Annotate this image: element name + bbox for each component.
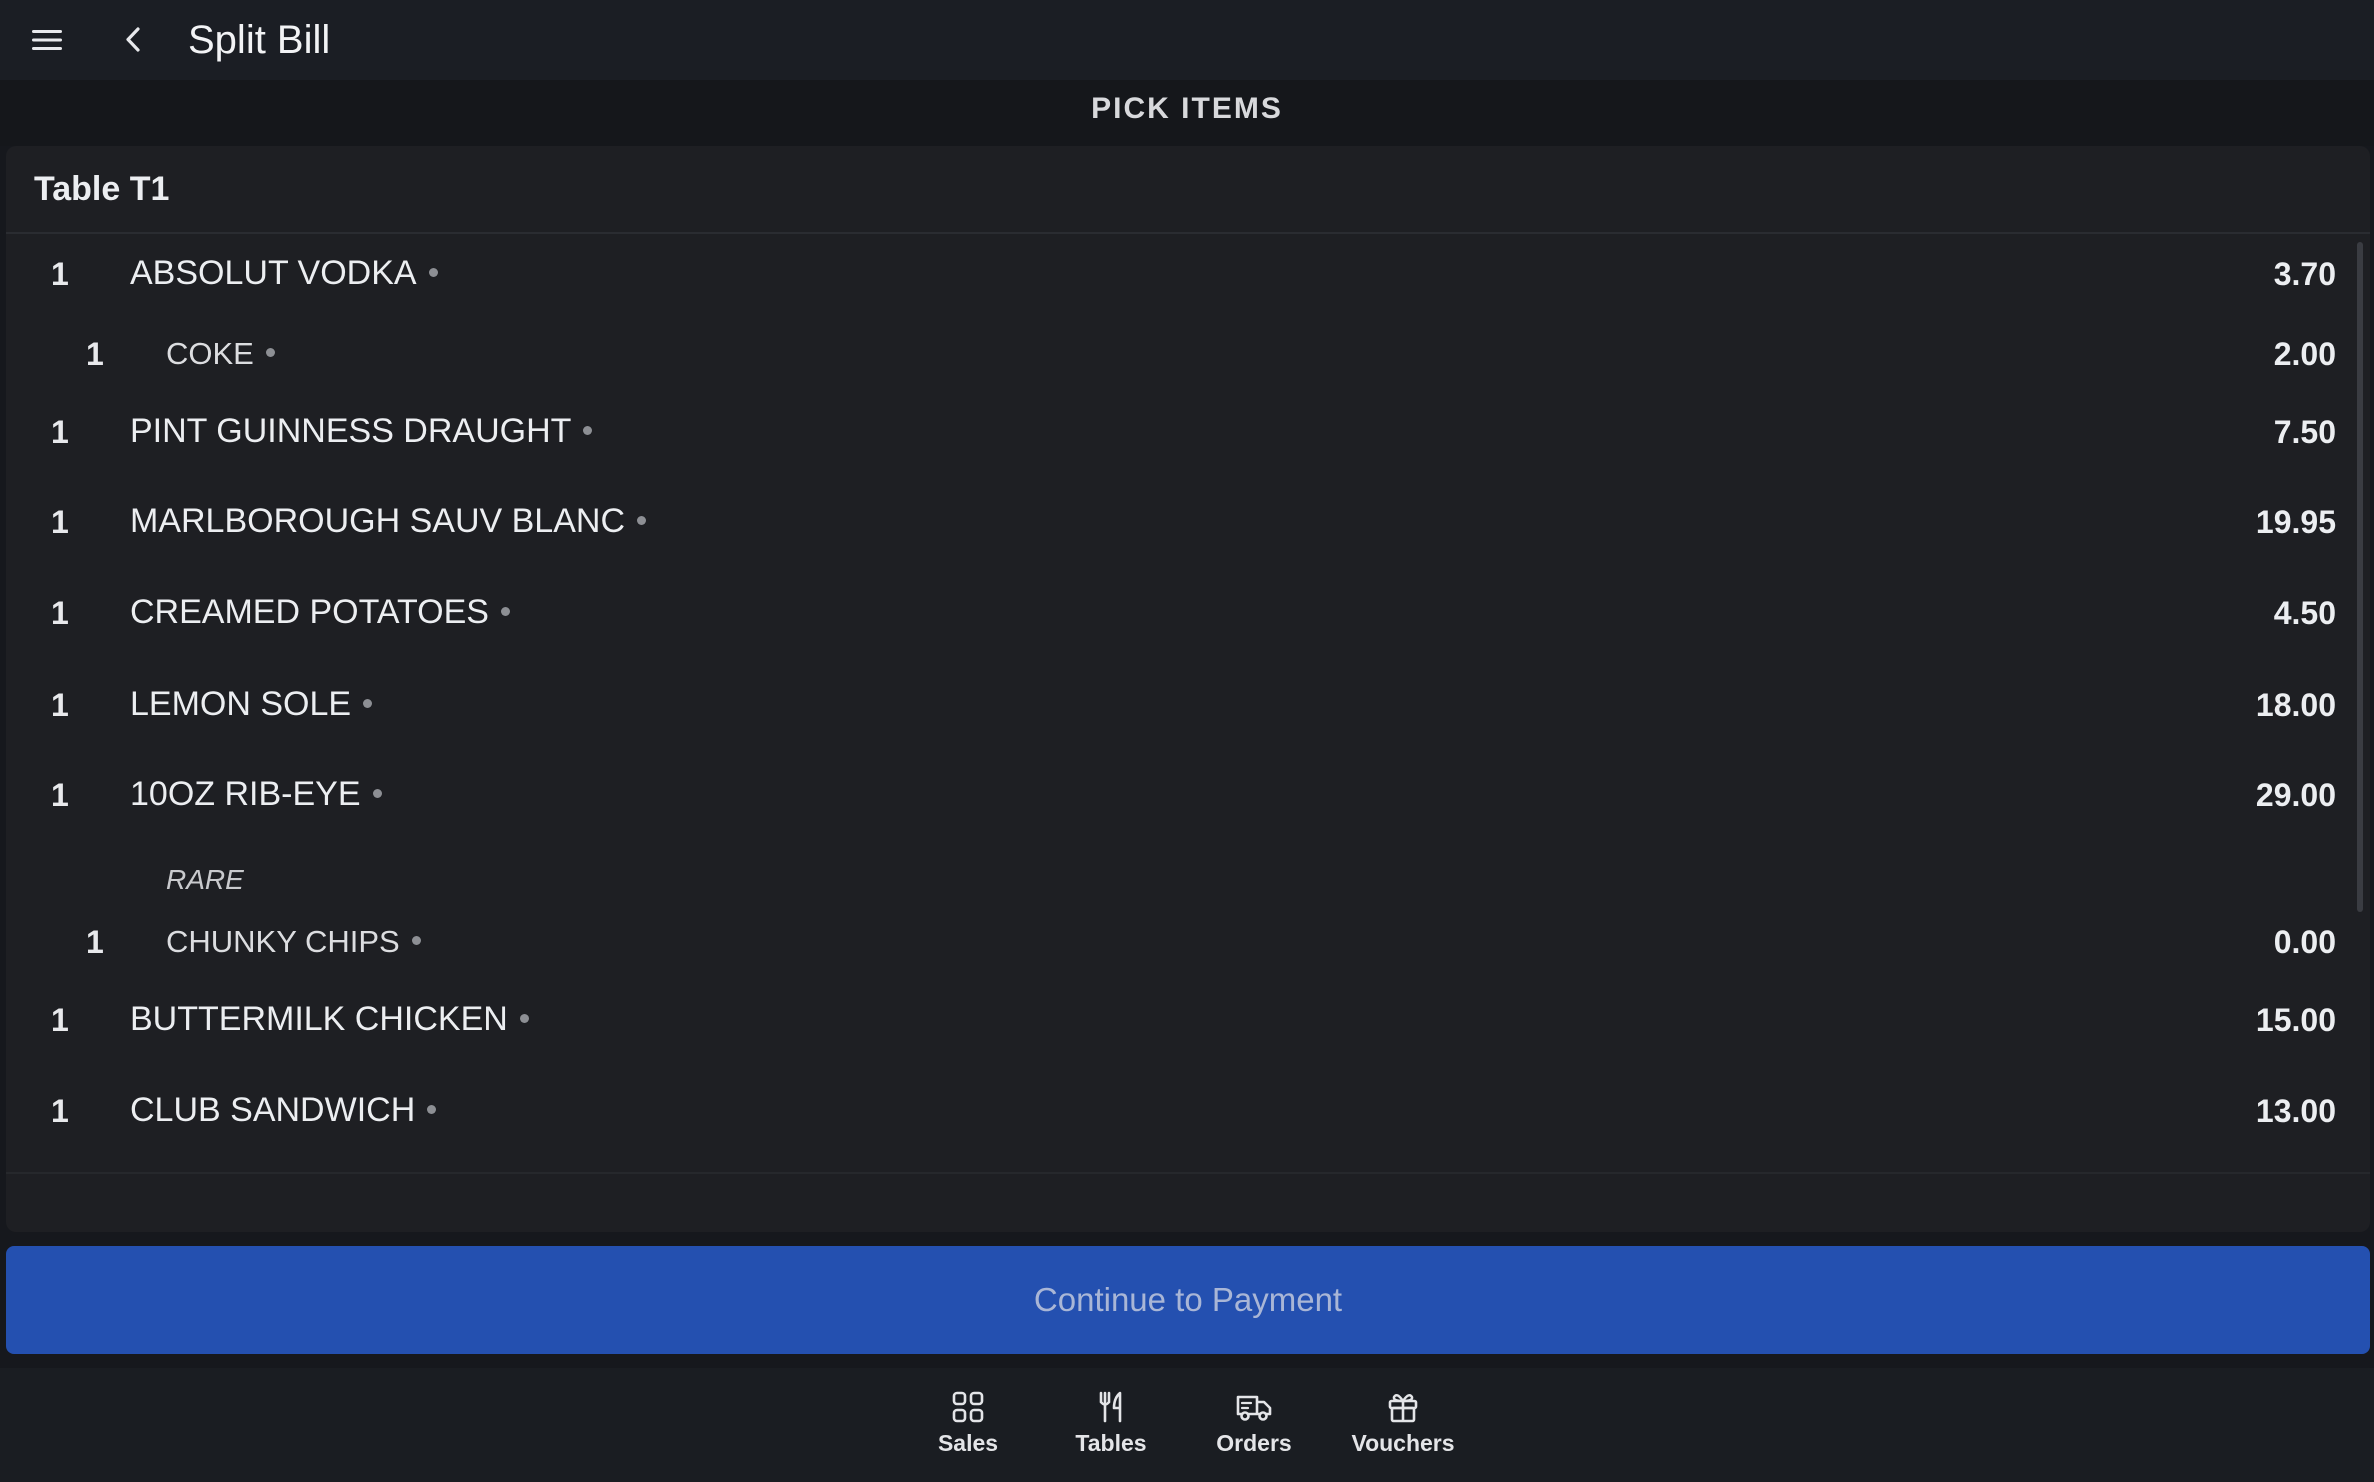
bottom-nav: Sales Tables Orders Vouchers: [0, 1368, 2374, 1482]
status-dot-icon: [519, 1013, 529, 1023]
item-price: 4.50: [2273, 595, 2336, 631]
item-name: 10OZ RIB-EYE: [130, 775, 382, 814]
list-item[interactable]: 1 ABSOLUT VODKA 3.70: [6, 244, 2336, 304]
item-name: BUTTERMILK CHICKEN: [130, 1000, 529, 1039]
item-qty: 1: [51, 1002, 69, 1038]
list-item[interactable]: 1 COKE 2.00: [6, 324, 2336, 384]
grid-icon: [952, 1391, 984, 1423]
nav-tables[interactable]: Tables: [1068, 1390, 1154, 1457]
item-price: 29.00: [2255, 777, 2336, 813]
item-name: PINT GUINNESS DRAUGHT: [130, 412, 593, 451]
divider: [6, 1172, 2370, 1174]
table-title: Table T1: [34, 170, 170, 208]
item-name: COKE: [166, 336, 275, 372]
delivery-truck-icon: [1236, 1395, 1272, 1421]
item-price: 2.00: [2273, 336, 2336, 372]
list-item[interactable]: 1 10OZ RIB-EYE 29.00: [6, 765, 2336, 825]
cutlery-icon: [1099, 1391, 1122, 1423]
status-dot-icon: [637, 515, 646, 525]
scrollbar[interactable]: [2357, 242, 2363, 912]
divider: [6, 232, 2370, 234]
list-item[interactable]: 1 CREAMED POTATOES 4.50: [6, 583, 2336, 643]
page-title: Split Bill: [188, 18, 331, 62]
item-price: 18.00: [2255, 687, 2336, 723]
item-qty: 1: [51, 414, 69, 450]
item-note: RARE: [166, 864, 244, 895]
item-qty: 1: [51, 777, 69, 813]
item-price: 3.70: [2273, 256, 2336, 292]
item-qty: 1: [86, 336, 104, 372]
nav-vouchers[interactable]: Vouchers: [1346, 1390, 1460, 1457]
status-dot-icon: [500, 606, 510, 616]
item-qty: 1: [51, 595, 69, 631]
item-qty: 1: [51, 1093, 69, 1129]
item-price: 19.95: [2255, 504, 2336, 540]
status-dot-icon: [411, 936, 421, 946]
nav-orders[interactable]: Orders: [1208, 1390, 1300, 1457]
items-panel: Table T1 1 ABSOLUT VODKA 3.70 1 COKE 2.0…: [6, 146, 2370, 1232]
top-bar: Split Bill: [0, 0, 2374, 80]
item-price: 7.50: [2273, 414, 2336, 450]
list-item[interactable]: 1 LEMON SOLE 18.00: [6, 675, 2336, 735]
list-item[interactable]: 1 PINT GUINNESS DRAUGHT 7.50: [6, 402, 2336, 462]
item-name: CLUB SANDWICH: [130, 1091, 437, 1130]
list-item[interactable]: 1 CHUNKY CHIPS 0.00: [6, 912, 2336, 972]
list-item[interactable]: 1 MARLBOROUGH SAUV BLANC 19.95: [6, 492, 2336, 552]
nav-label: Orders: [1216, 1430, 1292, 1456]
item-qty: 1: [51, 256, 69, 292]
gift-icon: [1388, 1394, 1418, 1423]
status-dot-icon: [428, 267, 438, 277]
item-name: CREAMED POTATOES: [130, 593, 510, 632]
continue-to-payment-button[interactable]: Continue to Payment: [6, 1246, 2370, 1354]
list-item[interactable]: 1 BUTTERMILK CHICKEN 15.00: [6, 990, 2336, 1050]
item-qty: 1: [51, 504, 69, 540]
item-qty: 1: [51, 687, 69, 723]
status-dot-icon: [372, 788, 382, 798]
pick-items-heading: PICK ITEMS: [0, 80, 2374, 146]
item-name: MARLBOROUGH SAUV BLANC: [130, 502, 646, 541]
item-price: 0.00: [2273, 924, 2336, 960]
item-name: ABSOLUT VODKA: [130, 254, 438, 293]
nav-label: Vouchers: [1351, 1430, 1455, 1456]
item-price: 13.00: [2255, 1093, 2336, 1129]
nav-label: Sales: [937, 1430, 999, 1456]
nav-sales[interactable]: Sales: [930, 1390, 1006, 1457]
status-dot-icon: [583, 425, 593, 435]
status-dot-icon: [265, 348, 275, 358]
nav-label: Tables: [1075, 1430, 1147, 1456]
list-item[interactable]: 1 CLUB SANDWICH 13.00: [6, 1081, 2336, 1141]
status-dot-icon: [363, 698, 373, 708]
item-name: CHUNKY CHIPS: [166, 924, 421, 960]
item-qty: 1: [86, 924, 104, 960]
back-arrow-icon[interactable]: [114, 20, 154, 60]
menu-icon[interactable]: [28, 20, 68, 60]
item-name: LEMON SOLE: [130, 685, 373, 724]
status-dot-icon: [427, 1104, 437, 1114]
item-price: 15.00: [2255, 1002, 2336, 1038]
